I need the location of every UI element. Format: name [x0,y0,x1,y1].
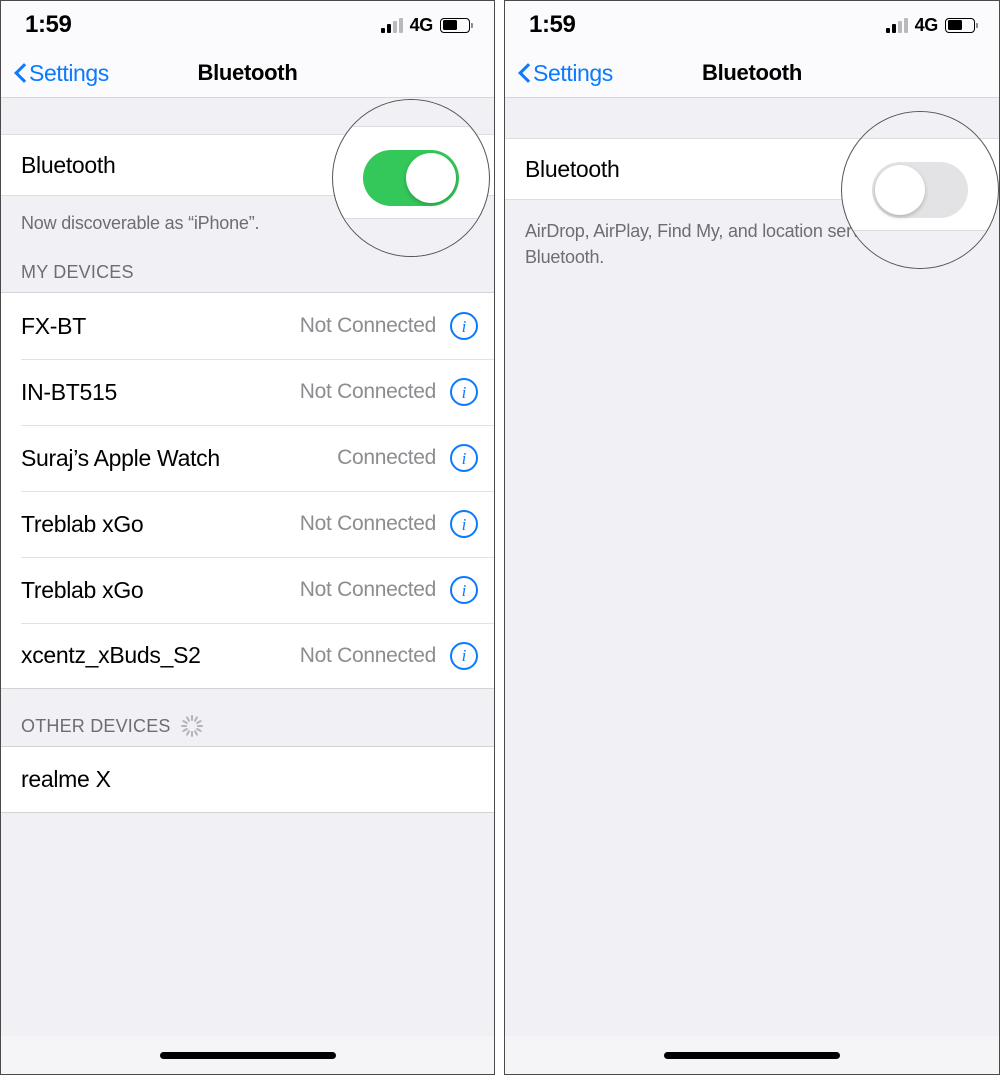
bluetooth-toggle-switch-magnified[interactable] [872,162,968,218]
device-name: Treblab xGo [21,510,144,537]
network-type-label: 4G [409,14,434,35]
cellular-signal-icon [885,17,908,33]
info-circle-icon[interactable]: i [450,641,478,670]
info-circle-icon[interactable]: i [450,576,478,605]
iphone-screen-bluetooth-on: 1:59 4G Settings Bluetooth Bluetooth Now… [0,0,495,1075]
device-name: FX-BT [21,312,86,339]
status-bar-indicators: 4G [885,14,978,36]
navigation-bar: Settings Bluetooth [505,49,999,98]
device-name: Suraj’s Apple Watch [21,444,220,471]
status-bar-indicators: 4G [380,14,473,36]
chevron-left-icon [13,62,26,84]
device-name: IN-BT515 [21,378,118,405]
device-status: Not Connected [299,643,437,667]
back-button-label: Settings [533,59,613,86]
magnifier-lens-toggle-on [332,99,490,257]
other-devices-list: realme X [1,746,494,814]
navigation-bar: Settings Bluetooth [1,49,494,98]
device-status: Not Connected [299,314,437,338]
screenshot-root: 1:59 4G Settings Bluetooth Bluetooth Now… [0,0,1000,1075]
status-bar-clock: 1:59 [25,11,72,38]
device-row[interactable]: xcentz_xBuds_S2 Not Connected i [1,623,494,690]
loading-spinner-icon [180,715,203,738]
device-name: realme X [21,766,111,793]
home-indicator[interactable] [664,1052,840,1059]
device-name: xcentz_xBuds_S2 [21,642,201,669]
info-circle-icon[interactable]: i [450,312,478,341]
device-row[interactable]: Treblab xGo Not Connected i [1,491,494,558]
device-row[interactable]: IN-BT515 Not Connected i [1,359,494,426]
info-circle-icon[interactable]: i [450,444,478,473]
chevron-left-icon [517,62,530,84]
device-status: Connected [337,446,436,470]
device-row[interactable]: Treblab xGo Not Connected i [1,557,494,624]
battery-icon [440,17,473,33]
other-devices-header-label: OTHER DEVICES [21,715,171,736]
info-circle-icon[interactable]: i [450,378,478,407]
my-devices-header-label: MY DEVICES [21,262,134,283]
iphone-screen-bluetooth-off: 1:59 4G Settings Bluetooth Bluetooth Air… [504,0,1000,1075]
device-name: Treblab xGo [21,576,144,603]
other-devices-section-header: OTHER DEVICES [1,689,494,746]
empty-content-area [505,270,999,1074]
battery-icon [945,17,978,33]
device-status: Not Connected [299,380,437,404]
device-status: Not Connected [299,578,437,602]
bluetooth-toggle-switch-magnified[interactable] [363,150,459,206]
cellular-signal-icon [380,17,403,33]
magnifier-lens-toggle-off [841,111,999,269]
back-to-settings-button[interactable]: Settings [1,60,109,87]
device-status: Not Connected [299,512,437,536]
back-to-settings-button[interactable]: Settings [505,60,613,87]
status-bar: 1:59 4G [505,1,999,49]
status-bar: 1:59 4G [1,1,494,49]
device-row[interactable]: realme X [1,747,494,814]
back-button-label: Settings [29,59,109,86]
info-circle-icon[interactable]: i [450,510,478,539]
home-indicator[interactable] [159,1052,336,1059]
device-row[interactable]: FX-BT Not Connected i [1,293,494,360]
device-row[interactable]: Suraj’s Apple Watch Connected i [1,425,494,492]
status-bar-clock: 1:59 [529,11,576,38]
network-type-label: 4G [914,14,939,35]
my-devices-list: FX-BT Not Connected i IN-BT515 Not Conne… [1,292,494,690]
